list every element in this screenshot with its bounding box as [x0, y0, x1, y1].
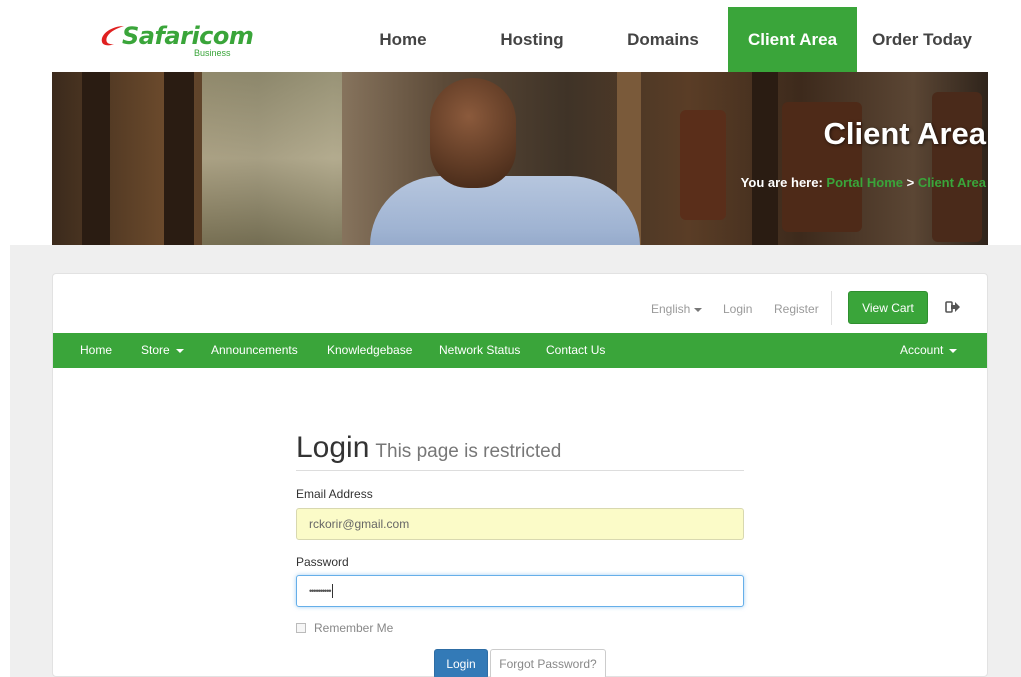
hero-chair — [932, 92, 982, 242]
safaricom-logo[interactable]: Safaricom Business — [98, 18, 254, 60]
util-register-link[interactable]: Register — [774, 302, 819, 316]
sign-out-icon[interactable] — [945, 300, 961, 314]
remember-me[interactable]: Remember Me — [296, 621, 393, 635]
nav-account[interactable]: Account — [900, 343, 958, 357]
nav-announcements[interactable]: Announcements — [211, 343, 298, 357]
nav-home[interactable]: Home — [80, 343, 112, 357]
hero-chair — [680, 110, 726, 220]
login-subtitle: This page is restricted — [375, 441, 562, 462]
remember-me-label: Remember Me — [314, 621, 394, 635]
logo-subtitle: Business — [194, 48, 231, 58]
nav-contact-us[interactable]: Contact Us — [546, 343, 605, 357]
remember-me-checkbox[interactable] — [296, 623, 306, 633]
hero-person-head — [430, 78, 516, 188]
login-title: Login — [296, 431, 370, 464]
password-value: •••••••••• — [309, 586, 331, 596]
site-header: Safaricom Business Home Hosting Domains … — [0, 0, 1021, 78]
hero-person-shirt — [370, 176, 640, 245]
nav-network-status[interactable]: Network Status — [439, 343, 520, 357]
chevron-down-icon — [949, 348, 958, 353]
nav-store[interactable]: Store — [141, 343, 184, 357]
topnav-home[interactable]: Home — [362, 7, 444, 72]
login-button[interactable]: Login — [434, 649, 488, 677]
password-field[interactable]: •••••••••• — [296, 575, 744, 607]
breadcrumb-portal-home[interactable]: Portal Home — [826, 175, 903, 190]
view-cart-button[interactable]: View Cart — [848, 291, 928, 324]
topnav-order-today[interactable]: Order Today — [872, 7, 972, 72]
hero-banner: Client Area You are here: Portal Home > … — [52, 72, 988, 245]
hero-window-image — [202, 72, 342, 245]
hero-title: Client Area — [823, 116, 986, 151]
breadcrumb-client-area[interactable]: Client Area — [918, 175, 986, 190]
util-login-link[interactable]: Login — [723, 302, 752, 316]
language-dropdown[interactable]: English — [651, 302, 703, 316]
portal-navbar: Home Store Announcements Knowledgebase N… — [53, 333, 987, 368]
nav-knowledgebase[interactable]: Knowledgebase — [327, 343, 412, 357]
email-label: Email Address — [296, 487, 373, 501]
util-divider — [831, 291, 832, 325]
email-value: rckorir@gmail.com — [309, 517, 410, 531]
email-field[interactable]: rckorir@gmail.com — [296, 508, 744, 540]
nav-store-label: Store — [141, 343, 170, 357]
chevron-down-icon — [694, 307, 703, 312]
breadcrumb: You are here: Portal Home > Client Area — [741, 175, 986, 190]
breadcrumb-prefix: You are here: — [740, 175, 823, 190]
language-label: English — [651, 302, 691, 316]
text-cursor — [331, 584, 333, 598]
portal-card: English Login Register View Cart Home St… — [52, 273, 988, 677]
topnav-hosting[interactable]: Hosting — [486, 7, 578, 72]
forgot-password-button[interactable]: Forgot Password? — [490, 649, 606, 677]
topnav-client-area[interactable]: Client Area — [728, 7, 857, 72]
page: Safaricom Business Home Hosting Domains … — [0, 0, 1021, 677]
breadcrumb-separator: > — [906, 175, 915, 190]
password-label: Password — [296, 555, 349, 569]
hero-pillar — [164, 72, 194, 245]
nav-account-label: Account — [900, 343, 944, 357]
logo-wordmark: Safaricom — [122, 22, 254, 50]
hero-pillar — [752, 72, 778, 245]
login-header: Login This page is restricted — [296, 431, 744, 471]
chevron-down-icon — [175, 348, 184, 353]
hero-pillar — [82, 72, 110, 245]
topnav-domains[interactable]: Domains — [618, 7, 708, 72]
